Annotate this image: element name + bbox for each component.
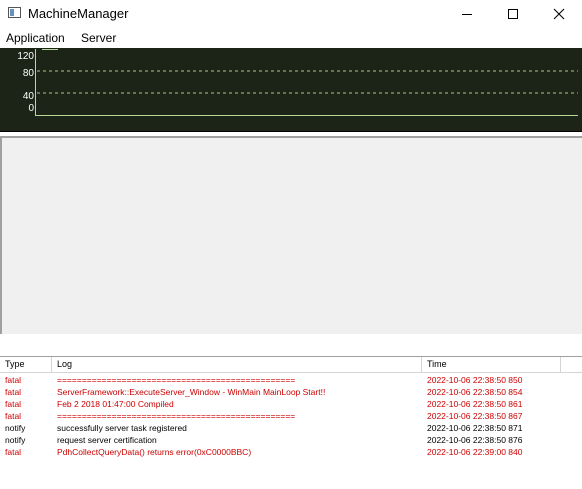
log-type-cell: fatal: [5, 375, 22, 385]
log-row[interactable]: notify request server certification 2022-1…: [0, 434, 582, 446]
maximize-button[interactable]: [490, 0, 536, 28]
column-header-log[interactable]: Log: [52, 357, 422, 372]
performance-graph: 120 80 40 0: [0, 48, 582, 132]
log-time-cell: 2022-10-06 22:39:00 840: [427, 447, 523, 457]
log-row[interactable]: fatal Feb 2 2018 01:47:00 Compiled 2022-10…: [0, 398, 582, 410]
log-rows: fatal ===================================…: [0, 374, 582, 458]
log-row[interactable]: fatal PdhCollectQueryData() returns error…: [0, 446, 582, 458]
menu-server[interactable]: Server: [81, 31, 116, 45]
log-message-cell: request server certification: [57, 435, 157, 445]
log-time-cell: 2022-10-06 22:38:50 867: [427, 411, 523, 421]
log-time-cell: 2022-10-06 22:38:50 876: [427, 435, 523, 445]
log-time-cell: 2022-10-06 22:38:50 871: [427, 423, 523, 433]
log-message-cell: ========================================…: [57, 411, 296, 421]
y-label-120: 120: [17, 51, 34, 62]
panel-splitter[interactable]: [0, 334, 582, 356]
menu-bar: Application Server: [0, 28, 582, 48]
log-row[interactable]: notify successfully server task registere…: [0, 422, 582, 434]
close-icon: [553, 8, 565, 20]
app-icon: [8, 7, 21, 18]
menu-application[interactable]: Application: [6, 31, 65, 45]
maximize-icon: [508, 9, 518, 19]
log-time-cell: 2022-10-06 22:38:50 854: [427, 387, 523, 397]
content-panel: [0, 136, 582, 334]
log-type-cell: fatal: [5, 399, 22, 409]
log-type-cell: fatal: [5, 411, 22, 421]
log-message-cell: successfully server task registered: [57, 423, 187, 433]
y-label-0: 0: [28, 103, 34, 114]
column-header-type[interactable]: Type: [0, 357, 52, 372]
log-list[interactable]: Type Log Time fatal =====================…: [0, 356, 582, 489]
log-header: Type Log Time: [0, 357, 582, 373]
log-row[interactable]: fatal ===================================…: [0, 410, 582, 422]
log-row[interactable]: fatal ===================================…: [0, 374, 582, 386]
column-header-time[interactable]: Time: [422, 357, 561, 372]
y-label-40: 40: [23, 91, 35, 102]
title-bar: MachineManager: [0, 0, 582, 28]
log-row[interactable]: fatal ServerFramework::ExecuteServer_Wind…: [0, 386, 582, 398]
minimize-button[interactable]: [444, 0, 490, 28]
log-message-cell: Feb 2 2018 01:47:00 Compiled: [57, 399, 174, 409]
close-button[interactable]: [536, 0, 582, 28]
y-label-80: 80: [23, 68, 35, 79]
log-type-cell: notify: [5, 435, 26, 445]
log-message-cell: PdhCollectQueryData() returns error(0xC0…: [57, 447, 252, 457]
log-time-cell: 2022-10-06 22:38:50 861: [427, 399, 523, 409]
graph-canvas: 120 80 40 0: [17, 49, 578, 116]
window-title: MachineManager: [28, 6, 129, 21]
log-message-cell: ========================================…: [57, 375, 296, 385]
minimize-icon: [462, 14, 472, 15]
log-type-cell: notify: [5, 423, 26, 433]
log-type-cell: fatal: [5, 447, 22, 457]
log-message-cell: ServerFramework::ExecuteServer_Window - …: [57, 387, 326, 397]
log-type-cell: fatal: [5, 387, 22, 397]
log-time-cell: 2022-10-06 22:38:50 850: [427, 375, 523, 385]
